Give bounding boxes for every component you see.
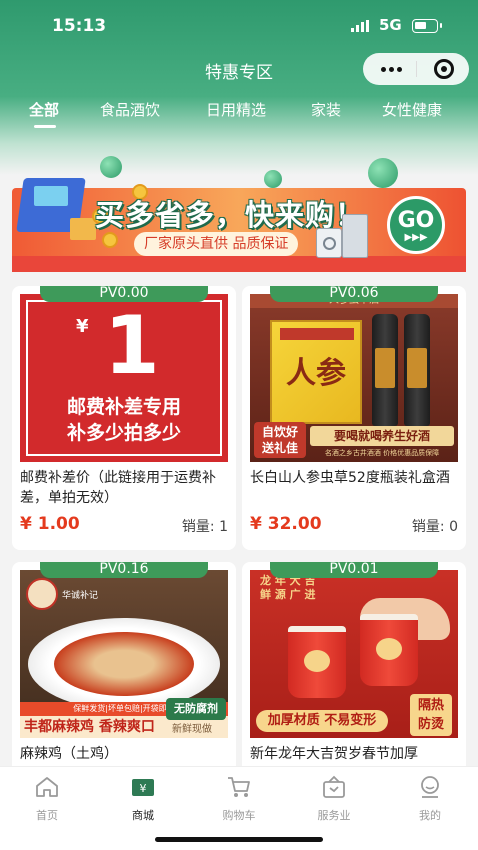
product-price: ¥ 1.00: [20, 514, 80, 534]
tab-womens-health[interactable]: 女性健康: [382, 99, 442, 120]
product-name: 麻辣鸡（土鸡）: [20, 746, 118, 762]
store-screen-illustration: [34, 186, 68, 206]
decor-ball: [368, 158, 398, 188]
product-card[interactable]: 华诚补记 保鲜发货|坏单包赔|开袋即食 丰都麻辣鸡 香辣爽口 无防腐剂 新鲜现做…: [12, 562, 236, 782]
badge-line: 送礼佳: [261, 441, 298, 455]
mall-icon: ¥: [132, 779, 154, 796]
product-image: 华诚补记 保鲜发货|坏单包赔|开袋即食 丰都麻辣鸡 香辣爽口 无防腐剂 新鲜现做: [20, 570, 228, 738]
service-icon: [323, 775, 345, 798]
tabbar-label: 我的: [419, 809, 441, 822]
product-card[interactable]: ¥ 1 邮费补差专用 补多少拍多少 PV0.00 邮费补差价（此链接用于运费补差…: [12, 286, 236, 550]
banner-band-bottom: [12, 256, 466, 272]
cart-icon: [228, 777, 250, 797]
product-card[interactable]: 人参虫草酒 人参 自饮好 送礼佳 要喝就喝养生好酒 名酒之乡古井酒酒 价格优惠品…: [242, 286, 466, 550]
decor-ball: [100, 156, 122, 178]
decor-ball: [264, 170, 282, 188]
image-badge: 自饮好 送礼佳: [254, 422, 306, 458]
image-badge: 无防腐剂: [166, 698, 226, 720]
image-header: 龙 年 大 吉 鲜 源 广 进: [260, 574, 316, 602]
tab-all[interactable]: 全部: [29, 99, 59, 120]
bottle-illustration: [372, 314, 398, 426]
coin-icon: [102, 232, 118, 248]
image-tag: 隔热 防烫: [410, 694, 452, 736]
pv-badge: PV0.00: [40, 286, 208, 302]
promo-banner[interactable]: 买多省多，快来购！ 厂家原头直供 品质保证 GO ▶▶▶: [12, 148, 466, 272]
tab-home-decor[interactable]: 家装: [311, 99, 341, 120]
product-image: 人参虫草酒 人参 自饮好 送礼佳 要喝就喝养生好酒 名酒之乡古井酒酒 价格优惠品…: [250, 294, 458, 462]
image-small-text: 新鲜现做: [172, 724, 212, 735]
battery-icon: [412, 19, 442, 33]
product-name: 长白山人参虫草52度瓶装礼盒酒: [250, 470, 450, 486]
image-small-text: 名酒之乡古井酒酒 价格优惠品质保障: [324, 449, 440, 457]
badge-line: 自饮好: [261, 425, 298, 439]
image-yen: ¥: [76, 316, 89, 337]
washer-illustration: [316, 228, 342, 258]
image-caption: 补多少拍多少: [66, 422, 181, 444]
image-slogan: 要喝就喝养生好酒: [310, 426, 454, 446]
product-card[interactable]: 龙 年 大 吉 鲜 源 广 进 加厚材质 不易变形 隔热 防烫 PV0.01 新…: [242, 562, 466, 782]
bottle-illustration: [404, 314, 430, 426]
tab-food-drinks[interactable]: 食品酒饮: [100, 99, 160, 120]
product-name: 邮费补差价（此链接用于运费补差，单拍无效）: [20, 470, 216, 506]
tabbar-label: 服务业: [317, 809, 351, 822]
status-time: 15:13: [52, 16, 107, 36]
cup-illustration: [360, 614, 418, 686]
banner-slogan: 厂家原头直供 品质保证: [134, 232, 299, 256]
image-tag: 加厚材质 不易变形: [256, 710, 388, 732]
tabbar-profile[interactable]: 我的: [400, 773, 460, 823]
go-button[interactable]: GO: [387, 196, 445, 254]
more-icon[interactable]: [381, 67, 403, 72]
product-name: 新年龙年大吉贺岁春节加厚: [250, 746, 418, 762]
close-miniprogram-icon[interactable]: [434, 59, 454, 79]
tabbar-service[interactable]: 服务业: [304, 773, 364, 823]
product-image: ¥ 1 邮费补差专用 补多少拍多少: [20, 294, 228, 462]
miniprogram-capsule: [363, 53, 469, 85]
signal-icon: [351, 20, 369, 32]
banner-headline: 买多省多，快来购！: [95, 198, 366, 232]
tag-line: 防烫: [417, 717, 444, 732]
gift-box-illustration: 人参: [270, 320, 362, 424]
home-indicator: [155, 837, 323, 842]
tabbar-label: 首页: [36, 809, 58, 822]
network-label: 5G: [379, 16, 402, 34]
image-big-number: 1: [104, 299, 160, 392]
cup-illustration: [288, 626, 346, 698]
tabbar-home[interactable]: 首页: [17, 773, 77, 823]
status-bar: 15:13 5G: [0, 14, 478, 38]
tabbar-label: 商城: [132, 809, 154, 822]
capsule-divider: [416, 61, 417, 77]
product-sales: 销量: 0: [411, 519, 458, 535]
product-sales: 销量: 1: [181, 519, 228, 535]
box-label: 人参: [286, 356, 346, 391]
tabbar-cart[interactable]: 购物车: [209, 773, 269, 823]
tag-line: 隔热: [417, 698, 444, 713]
profile-icon: [421, 776, 439, 798]
pv-badge: PV0.01: [270, 562, 438, 578]
image-caption: 邮费补差专用: [66, 396, 181, 418]
header-line: 鲜 源 广 进: [260, 588, 316, 601]
tabbar-label: 购物车: [222, 809, 256, 822]
tab-daily-goods[interactable]: 日用精选: [206, 99, 266, 120]
product-image: 龙 年 大 吉 鲜 源 广 进 加厚材质 不易变形 隔热 防烫: [250, 570, 458, 738]
brand-name: 华诚补记: [62, 591, 99, 601]
product-price: ¥ 32.00: [250, 514, 322, 534]
gift-box-illustration: [70, 218, 96, 240]
home-icon: [36, 777, 58, 797]
category-tabs: 全部 食品酒饮 日用精选 家装 女性健康: [0, 99, 478, 129]
brand-logo: [26, 578, 58, 610]
fridge-illustration: [342, 214, 368, 258]
pv-badge: PV0.06: [270, 286, 438, 302]
go-arrows: ▶▶▶: [404, 232, 428, 243]
pv-badge: PV0.16: [40, 562, 208, 578]
svg-text:¥: ¥: [140, 782, 147, 795]
tabbar-mall[interactable]: ¥ 商城: [113, 773, 173, 823]
food-illustration: [54, 632, 194, 696]
active-tab-indicator: [34, 125, 56, 128]
